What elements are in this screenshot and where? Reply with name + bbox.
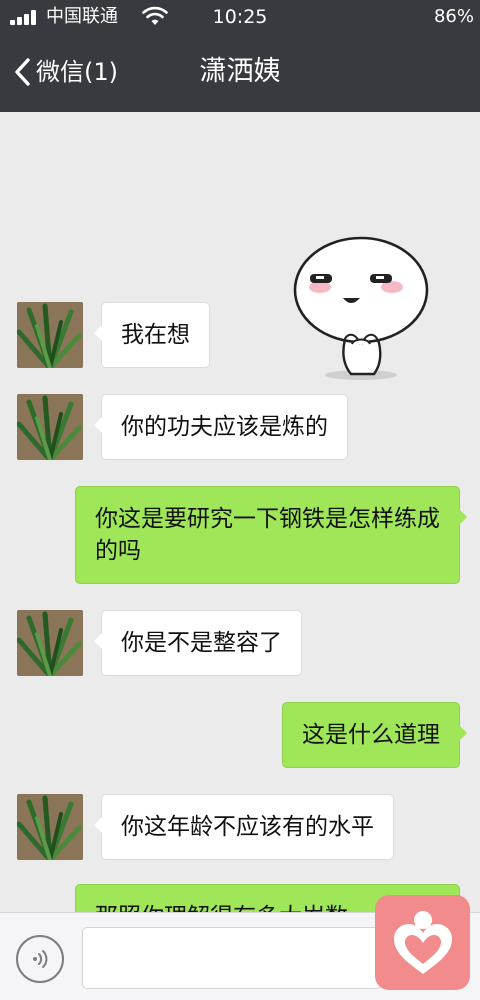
message-bubble-incoming[interactable]: 你这年龄不应该有的水平 <box>94 794 394 860</box>
top-bar: 中国联通 10:25 86% 微信(1) 潇洒姨 <box>0 0 480 112</box>
status-time: 10:25 <box>212 6 268 28</box>
contact-avatar[interactable] <box>17 794 83 860</box>
message-input[interactable] <box>82 927 382 989</box>
voice-icon <box>33 950 48 968</box>
message-bubble-incoming[interactable]: 我在想 <box>94 302 210 368</box>
message-bubble-incoming[interactable]: 你的功夫应该是炼的 <box>94 394 348 460</box>
contact-avatar[interactable] <box>17 302 83 368</box>
chat-area[interactable]: 我在想 你的功夫应该是炼的 你这是要研究一下钢铁是怎样练成的吗 你是不是整容了 … <box>0 112 480 912</box>
heart-person-icon[interactable] <box>375 895 470 990</box>
message-bubble-outgoing[interactable]: 你这是要研究一下钢铁是怎样练成的吗 <box>75 486 467 584</box>
chat-title: 潇洒姨 <box>199 56 281 87</box>
contact-avatar[interactable] <box>17 610 83 676</box>
message-bubble-incoming[interactable]: 你是不是整容了 <box>94 610 302 676</box>
contact-avatar[interactable] <box>17 394 83 460</box>
status-bar: 中国联通 10:25 86% <box>0 0 480 34</box>
blushing-dumpling-sticker[interactable] <box>286 232 436 382</box>
battery-percent: 86% <box>433 6 474 27</box>
voice-button[interactable] <box>16 935 64 983</box>
message-bubble-outgoing[interactable]: 这是什么道理 <box>282 702 467 768</box>
nav-bar: 微信(1) 潇洒姨 <box>0 34 480 112</box>
